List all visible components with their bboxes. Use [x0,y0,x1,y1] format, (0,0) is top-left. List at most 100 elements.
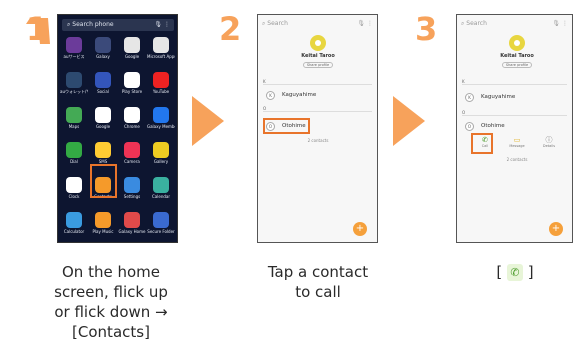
app-social-folder[interactable]: Social [89,72,117,102]
add-contact-button[interactable]: + [353,222,367,236]
app-microsoft-folder[interactable]: Microsoft Apps [147,37,175,67]
contact-name: Kaguyahime [282,92,317,98]
galaxy-folder-icon [95,37,111,53]
social-folder-icon [95,72,111,88]
app-label: Calculator [63,229,85,234]
profile-name: Keitai Taroo [301,53,335,59]
profile-avatar[interactable] [310,35,326,51]
app-chrome[interactable]: Chrome [118,107,146,137]
app-apps-folder[interactable]: auサービス [60,37,88,67]
apps-folder-icon [66,37,82,53]
app-maps[interactable]: Maps [60,107,88,137]
secure-folder-icon [153,212,169,228]
app-youtube[interactable]: YouTube [147,72,175,102]
app-google[interactable]: Google [89,107,117,137]
app-camera[interactable]: Camera [118,142,146,172]
app-dial[interactable]: Dial [60,142,88,172]
caption-bracket: [ [496,263,503,281]
search-bar[interactable]: ⌕ Search phone 🎙 ⋮ [62,19,174,31]
message-action-button[interactable]: ▭ Message [505,136,529,148]
more-icon[interactable]: ⋮ [562,20,568,28]
galaxy-home-icon [124,212,140,228]
chrome-icon [124,107,140,123]
app-secure-folder[interactable]: Secure Folder [147,212,175,242]
profile-name: Keitai Taroo [500,53,534,59]
youtube-icon [153,72,169,88]
search-bar[interactable]: ⌕ Search 🎙 ⋮ [461,20,568,28]
search-bar[interactable]: ⌕ Search 🎙 ⋮ [262,20,373,28]
action-label: Message [509,144,525,148]
app-label: Galaxy Members [147,124,175,129]
mic-icon[interactable]: 🎙 [357,20,365,28]
share-profile-button[interactable]: Share profile [303,62,333,68]
app-galaxy-home[interactable]: Galaxy Home [118,212,146,242]
caption-line: to call [295,283,341,301]
contact-avatar: O [465,122,474,131]
camera-icon [124,142,140,158]
step-2-caption: Tap a contact to call [238,262,398,302]
au-folder-icon [66,72,82,88]
add-contact-button[interactable]: + [549,222,563,236]
contact-name: Kaguyahime [481,94,516,100]
divider [462,115,567,116]
details-action-button[interactable]: ⓘ Details [537,136,561,148]
divider [263,111,372,112]
app-label: Clock [68,194,80,199]
contact-highlight [263,118,310,134]
app-au-folder[interactable]: auウォレット/サービス [60,72,88,102]
caption-line: screen, flick up [54,283,168,301]
members-icon [153,107,169,123]
calendar-icon [153,177,169,193]
more-icon[interactable]: ⋮ [367,20,373,28]
dial-icon [66,142,82,158]
contacts-highlight [90,164,117,198]
clock-icon [66,177,82,193]
calculator-icon [66,212,82,228]
app-label: Galaxy Home [118,229,146,234]
app-settings[interactable]: Settings [118,177,146,207]
step-1-number: 1 [26,10,49,48]
app-label: Camera [124,159,140,164]
share-profile-button[interactable]: Share profile [502,62,532,68]
phone-screen-contacts: ⌕ Search 🎙 ⋮ Keitai Taroo Share profile … [257,14,378,243]
app-play-music[interactable]: Play Music [89,212,117,242]
app-label: Social [97,89,109,94]
more-icon[interactable]: ⋮ [164,19,170,31]
app-galaxy-folder[interactable]: Galaxy [89,37,117,67]
info-icon: ⓘ [545,136,553,144]
app-gallery[interactable]: Gallery [147,142,175,172]
caption-bracket: ] [527,263,534,281]
profile-avatar[interactable] [509,35,525,51]
app-label: Gallery [153,159,169,164]
app-clock[interactable]: Clock [60,177,88,207]
caption-line: On the home [62,263,160,281]
google-icon [95,107,111,123]
app-label: Secure Folder [147,229,175,234]
step-3-number: 3 [415,10,438,48]
microsoft-folder-icon [153,37,169,53]
contact-count: 2 contacts [307,138,329,143]
mic-icon[interactable]: 🎙 [552,20,560,28]
search-placeholder: Search [466,20,487,27]
message-icon: ▭ [513,136,521,144]
sms-icon [95,142,111,158]
gallery-icon [153,142,169,158]
settings-icon [124,177,140,193]
app-play-store[interactable]: Play Store [118,72,146,102]
app-calculator[interactable]: Calculator [60,212,88,242]
google-folder-icon [124,37,140,53]
app-members[interactable]: Galaxy Members [147,107,175,137]
phone-screen-apps: ⌕ Search phone 🎙 ⋮ auサービス Galaxy Google Mic… [57,14,178,243]
mic-icon[interactable]: 🎙 [154,19,162,31]
app-label: Microsoft Apps [147,54,175,59]
contact-avatar: K [465,93,474,102]
contact-avatar: K [266,91,275,100]
step-3-caption: [ ✆ ] [470,262,560,282]
app-label: Play Music [92,229,114,234]
app-label: Calendar [152,194,170,199]
caption-line: Tap a contact [267,263,369,281]
app-google-folder[interactable]: Google [118,37,146,67]
phone-call-icon: ✆ [507,264,523,281]
app-calendar[interactable]: Calendar [147,177,175,207]
step-2-number: 2 [219,10,242,48]
